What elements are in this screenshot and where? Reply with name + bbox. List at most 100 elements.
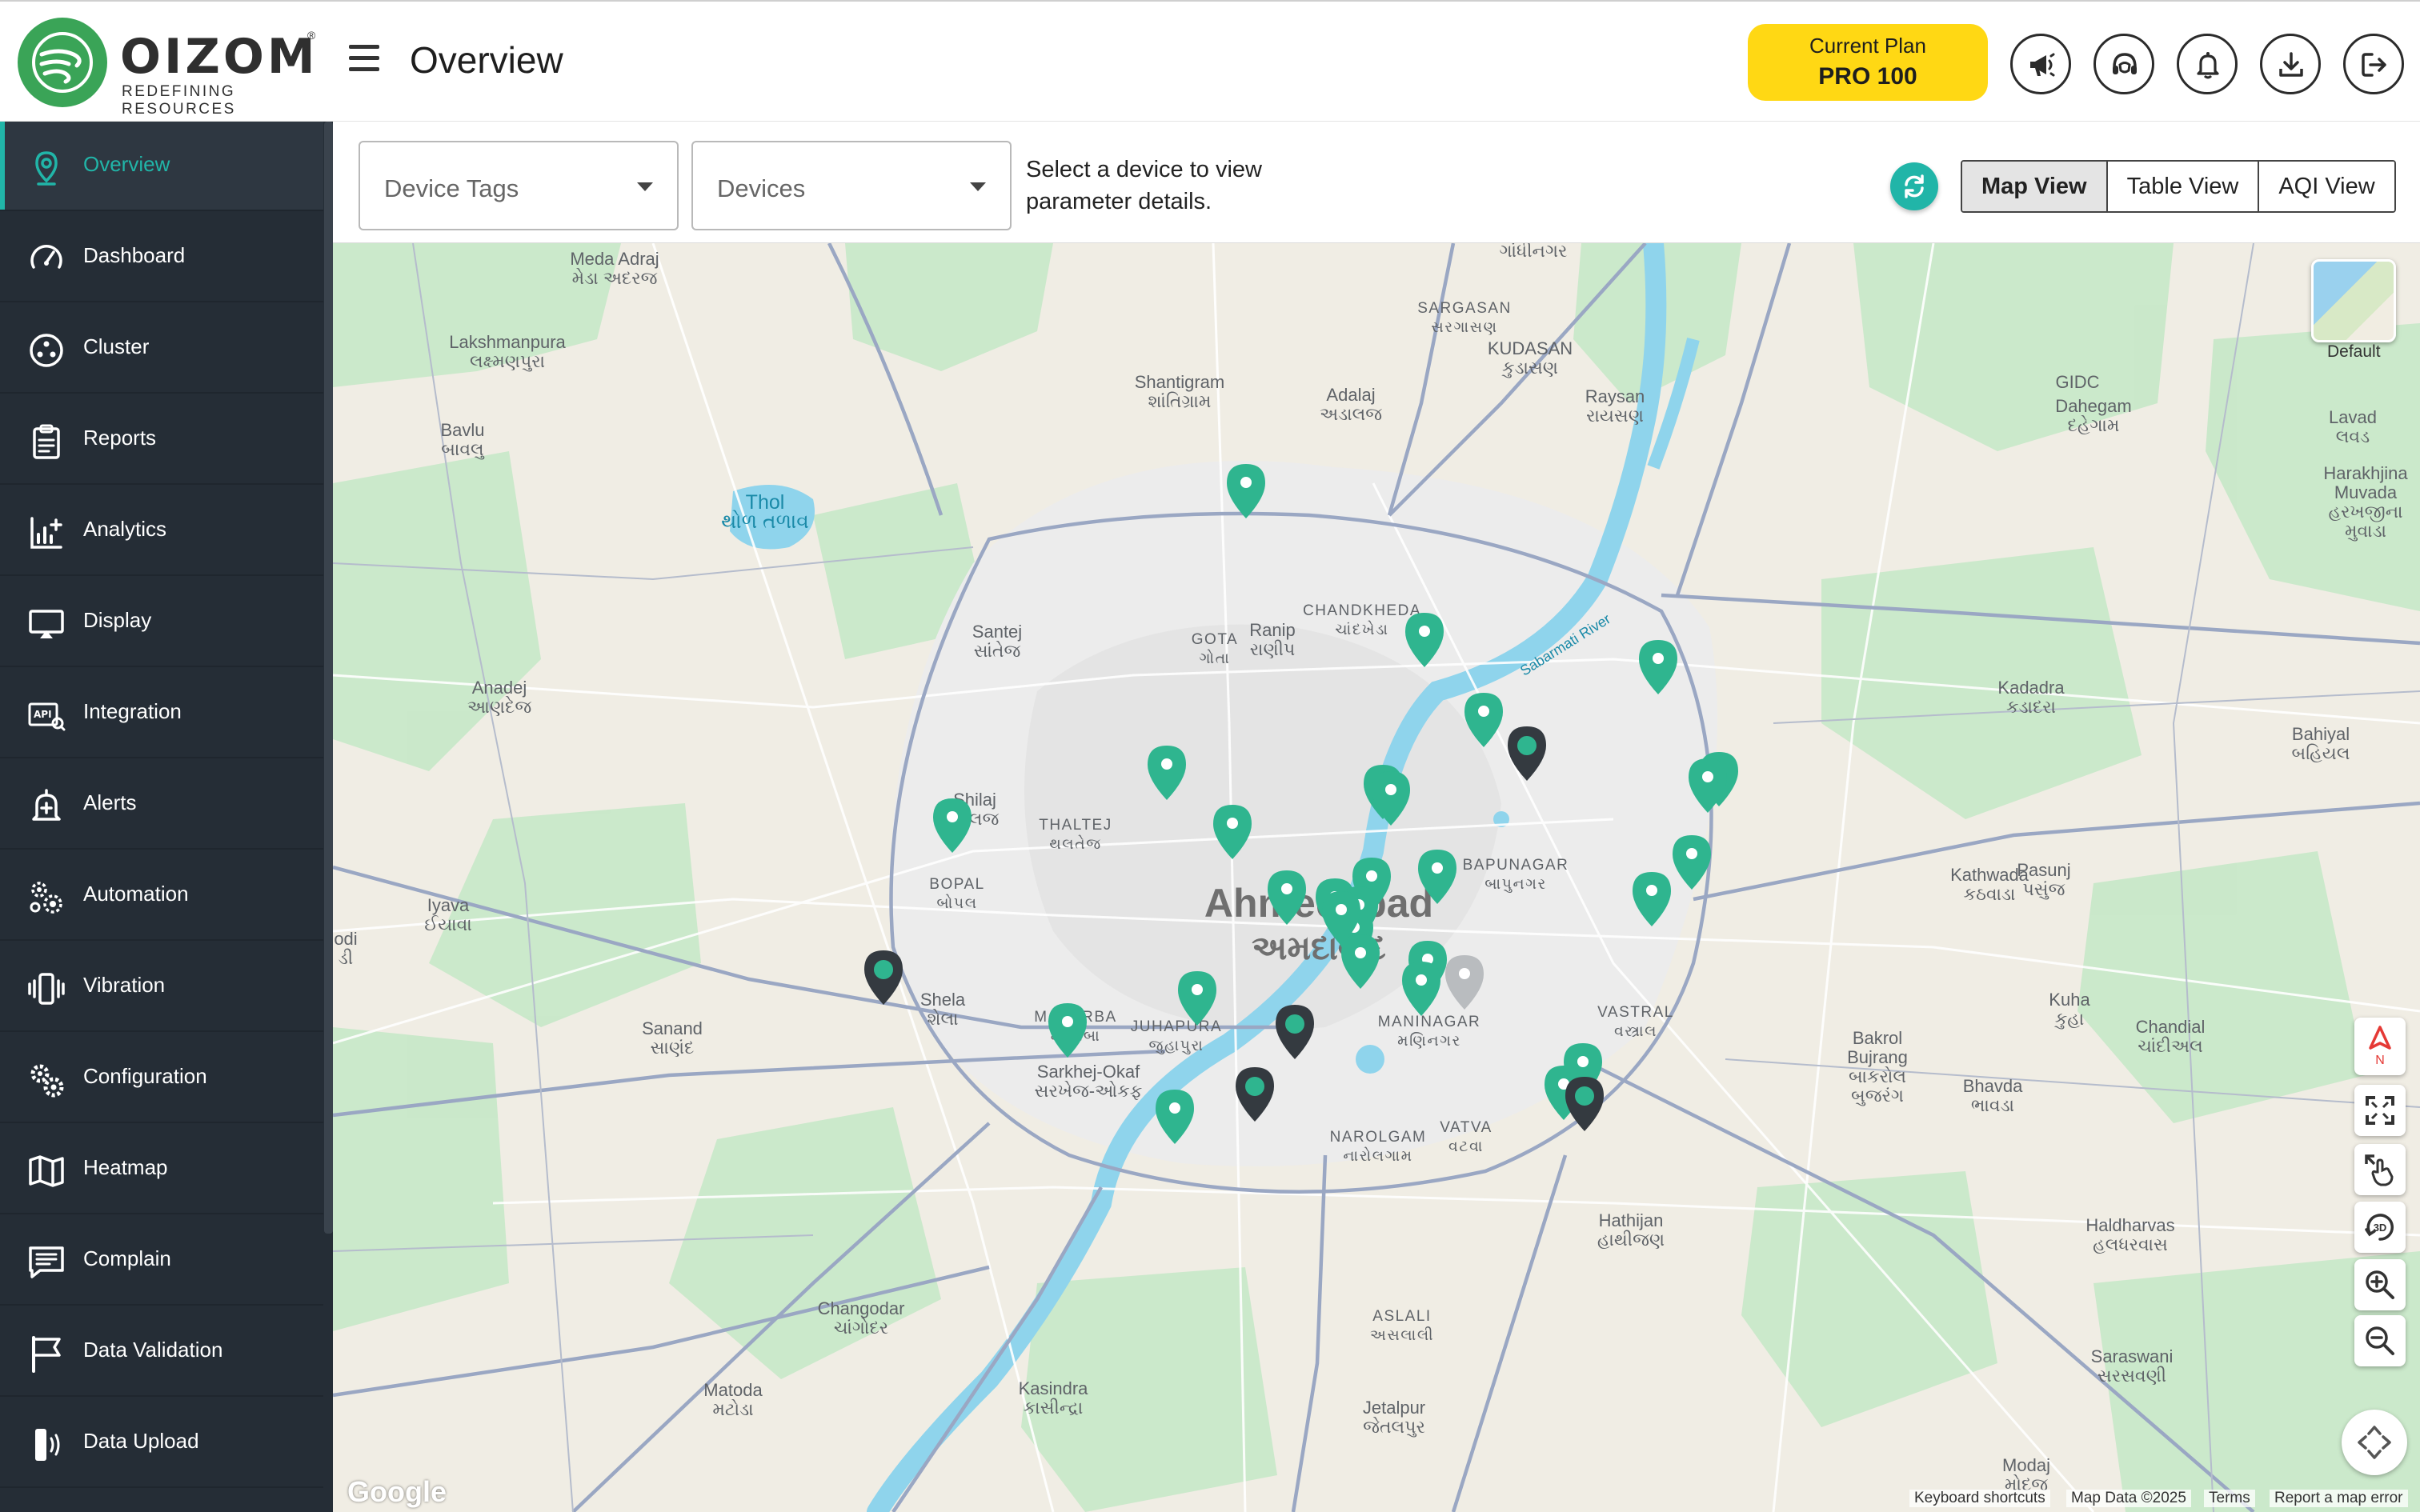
current-plan-button[interactable]: Current Plan PRO 100 — [1748, 24, 1988, 101]
map-label: Harakhjina Muvada હરખજીના મુવાડા — [2323, 463, 2408, 541]
sidebar-item-configuration[interactable]: Configuration — [0, 1034, 323, 1123]
map-view-button[interactable]: Map View — [1962, 162, 2108, 211]
alert-bell-icon — [32, 789, 61, 821]
devices-select[interactable]: Devices — [691, 141, 1012, 230]
device-pin-online[interactable] — [1224, 462, 1268, 520]
flag-icon — [32, 1336, 61, 1373]
sidebar-item-complain[interactable]: Complain — [0, 1216, 323, 1306]
svg-text:N: N — [2375, 1054, 2385, 1067]
device-pin-online[interactable] — [1629, 870, 1674, 928]
sidebar-item-display[interactable]: Display — [0, 578, 323, 667]
zoom-in-button[interactable] — [2354, 1259, 2406, 1310]
sidebar-item-integration[interactable]: API Integration — [0, 669, 323, 758]
sidebar-item-reports[interactable]: Reports — [0, 395, 323, 485]
sidebar-item-label: Display — [83, 608, 152, 632]
device-pin-offline[interactable] — [861, 949, 906, 1006]
device-pin-online[interactable] — [1152, 1088, 1197, 1146]
device-pin-offline[interactable] — [1232, 1066, 1277, 1123]
bell-icon — [2197, 52, 2219, 79]
map-label: ગાંધીનગર — [1499, 243, 1568, 261]
announcements-button[interactable] — [2010, 34, 2071, 94]
google-logo: Google — [347, 1475, 447, 1508]
svg-text:API: API — [34, 709, 52, 720]
fullscreen-button[interactable] — [2354, 1085, 2406, 1136]
sidebar-item-alerts[interactable]: Alerts — [0, 760, 323, 850]
device-pin-online[interactable] — [1045, 1002, 1090, 1059]
menu-toggle-icon[interactable] — [346, 45, 383, 77]
fullscreen-icon — [2366, 1096, 2394, 1125]
map-camera-control[interactable] — [2342, 1410, 2407, 1475]
map-label: Jetalpur જેતલપુર — [1362, 1398, 1426, 1437]
comment-list-icon — [29, 1246, 64, 1278]
device-tags-placeholder: Device Tags — [384, 174, 519, 202]
compass-button[interactable]: N — [2354, 1018, 2406, 1075]
device-pin-online[interactable] — [1368, 770, 1413, 827]
map-label: Kasindra કાસીન્દ્રા — [1018, 1378, 1088, 1418]
sidebar-item-data-validation[interactable]: Data Validation — [0, 1307, 323, 1397]
sidebar-item-label: Overview — [83, 152, 170, 176]
support-button[interactable] — [2093, 34, 2154, 94]
map-label: Lavad લવડ — [2329, 407, 2377, 446]
device-pin-inactive[interactable] — [1442, 954, 1487, 1011]
device-pin-online[interactable] — [1399, 960, 1444, 1018]
aqi-view-button[interactable]: AQI View — [2259, 162, 2394, 211]
sidebar-item-dashboard[interactable]: Dashboard — [0, 213, 323, 302]
map-label: SARGASAN સરગાસણ — [1417, 300, 1512, 336]
sidebar-item-label: Complain — [83, 1246, 171, 1270]
map-label: Sarkhej-Okaf સરખેજ-ઓકફ — [1034, 1062, 1143, 1101]
notifications-button[interactable] — [2177, 34, 2238, 94]
table-view-button[interactable]: Table View — [2107, 162, 2260, 211]
device-pin-online[interactable] — [1264, 869, 1309, 926]
pan-gesture-button[interactable] — [2354, 1144, 2406, 1195]
map-label: Anadej આણદેજ — [467, 678, 532, 717]
tilt-3d-button[interactable]: 3D — [2354, 1202, 2406, 1253]
map-layer-toggle[interactable] — [2311, 259, 2396, 342]
device-pin-online[interactable] — [1338, 933, 1383, 990]
map-label: Lakshmanpura લક્ષ્મણપુરા — [449, 332, 566, 371]
sidebar-scrollbar[interactable] — [324, 122, 333, 1234]
device-pin-online[interactable] — [1415, 848, 1460, 906]
plan-label: Current Plan — [1809, 34, 1926, 58]
gears-icon — [30, 1064, 64, 1098]
device-pin-offline[interactable] — [1504, 725, 1549, 782]
svg-text:3D: 3D — [2374, 1222, 2387, 1234]
download-button[interactable] — [2260, 34, 2321, 94]
device-pin-offline[interactable] — [1272, 1003, 1317, 1061]
cluster-icon — [30, 334, 63, 367]
device-pin-offline[interactable] — [1562, 1075, 1607, 1133]
device-map[interactable]: Meda Adraj મેડા અદરજ ગાંધીનગર SARGASAN સ… — [333, 243, 2420, 1512]
sidebar-item-automation[interactable]: Automation — [0, 851, 323, 941]
device-pin-online[interactable] — [1210, 803, 1255, 861]
device-pin-online[interactable] — [1636, 638, 1681, 696]
device-tags-select[interactable]: Device Tags — [359, 141, 679, 230]
sidebar-item-cluster[interactable]: Cluster — [0, 304, 323, 394]
sidebar-item-vibration[interactable]: Vibration — [0, 942, 323, 1032]
refresh-button[interactable] — [1890, 162, 1938, 210]
device-pin-online[interactable] — [1402, 611, 1447, 669]
app-header: OIZOM ® REDEFINING RESOURCES Overview Cu… — [0, 0, 2420, 122]
logout-button[interactable] — [2343, 34, 2404, 94]
keyboard-shortcuts-link[interactable]: Keyboard shortcuts — [1909, 1490, 2050, 1507]
sidebar-item-overview[interactable]: Overview — [0, 122, 323, 211]
sidebar-item-data-upload[interactable]: Data Upload — [0, 1398, 323, 1488]
oizom-logo[interactable]: OIZOM ® REDEFINING RESOURCES — [18, 16, 322, 118]
device-pin-online[interactable] — [930, 797, 975, 854]
pan-arrows-icon — [2358, 1426, 2391, 1459]
terms-link[interactable]: Terms — [2204, 1490, 2255, 1507]
sidebar-item-heatmap[interactable]: Heatmap — [0, 1125, 323, 1214]
zoom-out-icon — [2366, 1326, 2394, 1355]
device-pin-online[interactable] — [1685, 757, 1730, 814]
map-label: ASLALI અસલાલી — [1369, 1308, 1435, 1344]
sidebar-item-label: Vibration — [83, 973, 166, 997]
sidebar-item-label: Alerts — [83, 790, 137, 814]
sidebar-item-label: Reports — [83, 426, 157, 450]
device-pin-online[interactable] — [1175, 970, 1220, 1027]
sidebar-item-analytics[interactable]: Analytics — [0, 486, 323, 576]
map-label: Ranip રાણીપ — [1249, 620, 1296, 659]
device-pin-online[interactable] — [1669, 834, 1714, 891]
device-pin-online[interactable] — [1144, 744, 1189, 802]
zoom-out-button[interactable] — [2354, 1315, 2406, 1366]
device-pin-online[interactable] — [1461, 691, 1506, 749]
sidebar: Overview Dashboard Cluster Reports Analy… — [0, 122, 333, 1512]
report-map-error-link[interactable]: Report a map error — [2270, 1490, 2408, 1507]
